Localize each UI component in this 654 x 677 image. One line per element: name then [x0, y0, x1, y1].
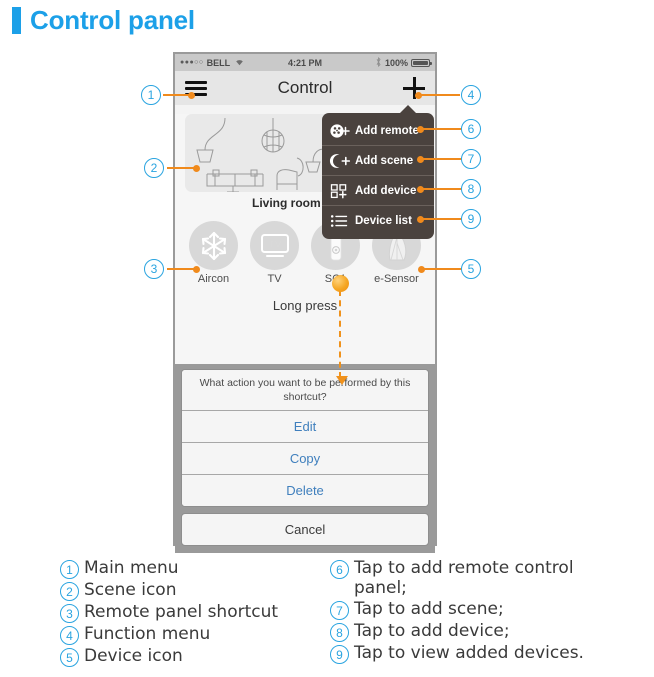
action-sheet: What action you want to be performed by …	[175, 363, 435, 553]
callout-leader-8	[417, 185, 461, 193]
legend-item: 5 Device icon	[60, 646, 320, 667]
long-press-annotation: Long press	[272, 298, 338, 313]
legend-label: Tap to add remote control panel;	[354, 558, 574, 599]
device-icon-tv[interactable]: TV TV	[246, 221, 304, 285]
action-cancel-button[interactable]: Cancel	[181, 513, 429, 546]
legend-item: 1 Main menu	[60, 558, 320, 579]
menu-item-label: Add device	[355, 184, 417, 197]
device-icon-aircon[interactable]: Aircon	[185, 221, 243, 285]
legend-number: 2	[60, 582, 79, 601]
legend-number: 6	[330, 560, 349, 579]
action-delete-button[interactable]: Delete	[182, 475, 428, 506]
action-sheet-prompt: What action you want to be performed by …	[182, 369, 428, 411]
legend-label: Remote panel shortcut	[84, 602, 279, 622]
device-list-icon	[328, 211, 351, 231]
legend-number: 8	[330, 623, 349, 643]
legend-item: 4 Function menu	[60, 624, 320, 645]
snowflake-icon	[189, 221, 238, 270]
add-device-grid-icon	[328, 181, 351, 201]
legend-item: 3 Remote panel shortcut	[60, 602, 320, 623]
nav-bar: Control	[175, 71, 435, 105]
status-bar: ●●●○○ BELL 4:21 PM 100%	[175, 54, 435, 71]
action-sheet-group: What action you want to be performed by …	[181, 368, 429, 507]
legend-label: Tap to view added devices.	[354, 643, 584, 664]
tv-icon: TV	[250, 221, 299, 270]
nav-title: Control	[277, 78, 333, 97]
callout-marker-1: 1	[141, 85, 161, 105]
legend-item: 6 Tap to add remote control panel;	[330, 558, 654, 598]
callout-marker-3: 3	[144, 259, 164, 279]
callout-leader-9	[417, 215, 461, 223]
page-title: Control panel	[30, 4, 195, 35]
legend-number: 1	[60, 560, 79, 579]
add-scene-moon-icon	[328, 151, 351, 171]
legend-label: Function menu	[84, 624, 211, 644]
legend-item: 2 Scene icon	[60, 580, 320, 601]
callout-marker-4: 4	[461, 85, 481, 105]
action-copy-button[interactable]: Copy	[182, 443, 428, 475]
legend-column-right: 6 Tap to add remote control panel; 7 Tap…	[320, 558, 654, 668]
add-remote-icon	[328, 121, 351, 141]
legend-number: 4	[60, 626, 79, 645]
callout-marker-2: 2	[144, 158, 164, 178]
legend-number: 5	[60, 648, 79, 667]
page-heading: Control panel	[12, 0, 195, 40]
legend-label: Main menu	[84, 558, 179, 578]
callout-leader-4	[415, 91, 460, 99]
battery-icon	[411, 58, 432, 67]
battery-percent-label: 100%	[384, 57, 408, 68]
svg-text:TV: TV	[268, 239, 281, 250]
callout-leader-1	[163, 91, 195, 99]
legend-label: Device icon	[84, 646, 183, 666]
status-right-group: 100%	[375, 56, 432, 69]
heading-accent-bar	[12, 6, 21, 34]
long-press-touch-indicator	[332, 275, 349, 292]
legend-label: Tap to add scene;	[354, 599, 504, 620]
callout-leader-2	[167, 164, 200, 172]
callout-marker-9: 9	[461, 209, 481, 229]
device-label: Aircon	[197, 273, 230, 285]
menu-item-label: Device list	[355, 215, 412, 227]
legend: 1 Main menu 2 Scene icon 3 Remote panel …	[0, 558, 654, 668]
legend-number: 7	[330, 601, 349, 621]
menu-item-label: Add remote	[355, 124, 419, 137]
legend-label: Scene icon	[84, 580, 177, 600]
action-edit-button[interactable]: Edit	[182, 411, 428, 443]
callout-marker-8: 8	[461, 179, 481, 199]
callout-leader-6	[417, 125, 461, 133]
callout-marker-7: 7	[461, 149, 481, 169]
device-label: e-Sensor	[374, 273, 419, 285]
bluetooth-icon	[375, 56, 382, 69]
long-press-arrow	[336, 290, 348, 385]
legend-item: 7 Tap to add scene;	[330, 599, 654, 621]
legend-item: 9 Tap to view added devices.	[330, 643, 654, 665]
device-label: TV	[267, 273, 282, 285]
legend-number: 9	[330, 645, 349, 665]
callout-marker-6: 6	[461, 119, 481, 139]
legend-label: Tap to add device;	[354, 621, 510, 642]
menu-item-label: Add scene	[355, 154, 414, 167]
legend-number: 3	[60, 604, 79, 623]
callout-marker-5: 5	[461, 259, 481, 279]
legend-column-left: 1 Main menu 2 Scene icon 3 Remote panel …	[0, 558, 320, 668]
legend-item: 8 Tap to add device;	[330, 621, 654, 643]
callout-leader-3	[167, 265, 200, 273]
callout-leader-5	[418, 265, 461, 273]
callout-leader-7	[417, 155, 461, 163]
